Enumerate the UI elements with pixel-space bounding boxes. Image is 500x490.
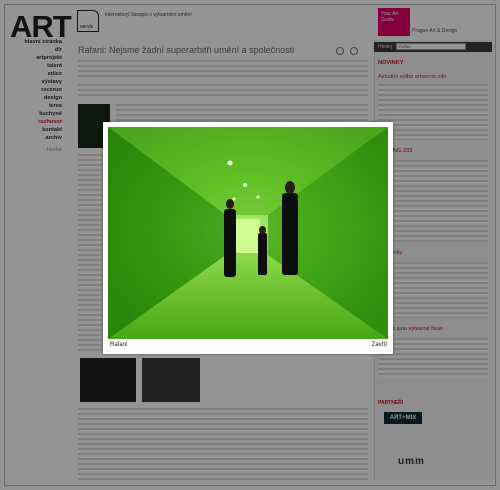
lightbox-photo xyxy=(108,127,388,339)
lightbox: Rafani Zavřít xyxy=(103,122,393,354)
person-left-head xyxy=(226,199,234,209)
lightbox-close-button[interactable]: Zavřít xyxy=(372,342,387,348)
corridor-illustration xyxy=(108,127,388,339)
person-middle xyxy=(258,233,267,275)
lightbox-caption: Rafani xyxy=(110,342,128,348)
person-right xyxy=(282,193,298,275)
person-left xyxy=(224,209,236,277)
person-right-head xyxy=(285,181,295,194)
person-middle-head xyxy=(259,226,266,234)
